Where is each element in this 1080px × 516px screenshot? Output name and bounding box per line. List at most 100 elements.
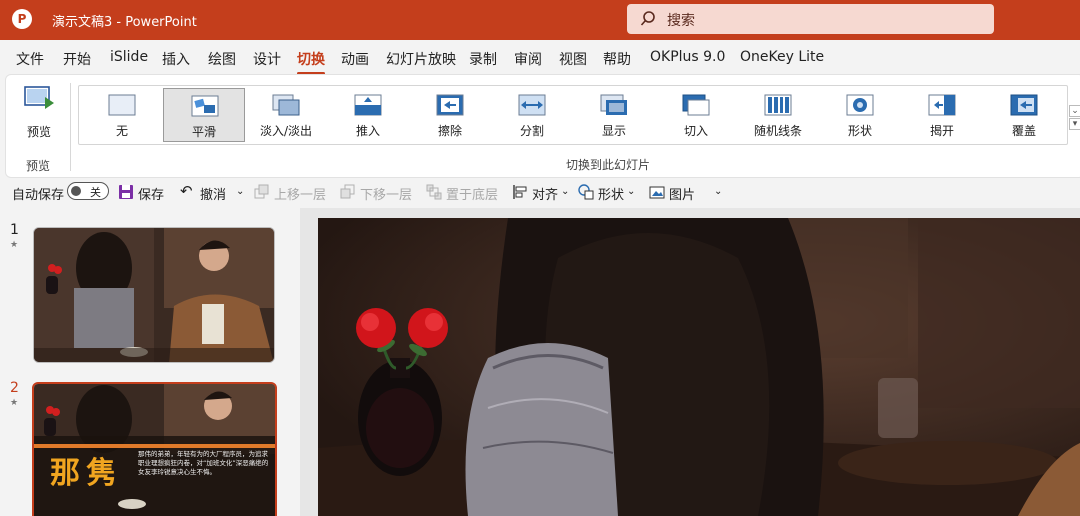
transition-label: 切入: [683, 124, 708, 138]
transition-fade[interactable]: 淡入/淡出: [245, 88, 327, 142]
slide-1-photo: [34, 228, 274, 362]
reveal-transition-icon: [600, 94, 627, 115]
wipe-transition-icon: [436, 94, 464, 116]
preview-label: 预览: [26, 125, 51, 139]
gallery-scroll-buttons: ⌄ ▾: [1069, 105, 1080, 145]
search-placeholder: 搜索: [667, 13, 695, 29]
send-backward-icon: [340, 184, 355, 199]
transition-label: 推入: [355, 124, 380, 138]
group-divider: [70, 83, 71, 171]
tab-design[interactable]: 设计: [253, 49, 281, 69]
transition-cover[interactable]: 覆盖: [983, 88, 1065, 142]
transitions-group-label: 切换到此幻灯片: [566, 158, 651, 172]
send-to-back-icon: [426, 184, 442, 200]
transition-wipe[interactable]: 擦除: [409, 88, 491, 142]
tab-home[interactable]: 开始: [63, 49, 91, 69]
slide-thumbnail-pane: 1 ★ 2 ★ 那隽 那伟的弟弟，年轻有为的大厂程序员，为追求职业理想疯狂内卷，…: [0, 208, 300, 516]
transition-label: 平滑: [191, 125, 216, 139]
transition-gallery: 无 平滑 淡入/淡出 推入 擦除 分割 显示 切入 随机线条 形状 揭开 覆盖: [78, 85, 1068, 145]
send-to-back-button[interactable]: 置于底层: [446, 184, 498, 203]
save-button[interactable]: 保存: [138, 184, 164, 203]
random-bars-transition-icon: [764, 94, 792, 116]
transition-reveal[interactable]: 显示: [573, 88, 655, 142]
powerpoint-logo-icon: P: [12, 9, 32, 29]
tab-slideshow[interactable]: 幻灯片放映: [386, 49, 456, 69]
cut-transition-icon: [682, 94, 710, 116]
transition-cut[interactable]: 切入: [655, 88, 737, 142]
slide-main-photo: [318, 218, 1080, 516]
preview-group: 预览 预览: [6, 75, 72, 179]
shape-transition-icon: [846, 94, 874, 116]
transition-label: 揭开: [929, 124, 954, 138]
transition-label: 淡入/淡出: [259, 124, 313, 138]
cover-transition-icon: [1010, 94, 1038, 116]
customize-qat-chevron-icon[interactable]: ⌄: [714, 186, 722, 197]
tab-record[interactable]: 录制: [469, 49, 497, 69]
transition-push[interactable]: 推入: [327, 88, 409, 142]
tab-draw[interactable]: 绘图: [208, 49, 236, 69]
transition-label: 形状: [847, 124, 872, 138]
tab-insert[interactable]: 插入: [162, 49, 190, 69]
autosave-toggle[interactable]: 关: [67, 182, 109, 200]
picture-icon: [649, 186, 665, 199]
current-slide[interactable]: [318, 218, 1080, 516]
align-button[interactable]: 对齐: [532, 184, 558, 203]
autosave-state: 关: [90, 186, 101, 199]
fade-transition-icon: [272, 94, 300, 116]
ribbon: 预览 预览 无 平滑 淡入/淡出 推入 擦除 分割 显示 切入 随机线条 形状 …: [5, 74, 1080, 178]
split-transition-icon: [518, 94, 546, 116]
tab-view[interactable]: 视图: [559, 49, 587, 69]
push-transition-icon: [354, 94, 382, 116]
undo-icon: ↶: [180, 182, 193, 200]
slide-number: 1: [10, 222, 19, 238]
autosave-label: 自动保存: [12, 188, 65, 203]
transition-label: 无: [115, 124, 128, 138]
transition-label: 覆盖: [1011, 124, 1036, 138]
slide-2-title-text: 那隽: [50, 456, 122, 491]
tab-animations[interactable]: 动画: [341, 49, 369, 69]
none-transition-icon: [108, 94, 136, 116]
align-icon: [513, 185, 527, 199]
preview-button[interactable]: 预览: [16, 83, 62, 143]
transition-morph[interactable]: 平滑: [163, 88, 245, 142]
transition-shape[interactable]: 形状: [819, 88, 901, 142]
window-title: 演示文稿3 - PowerPoint: [52, 15, 197, 30]
transition-label: 随机线条: [753, 124, 802, 138]
tab-review[interactable]: 审阅: [514, 49, 542, 69]
transition-label: 分割: [519, 124, 544, 138]
shape-chevron-icon[interactable]: ⌄: [627, 186, 635, 197]
toggle-knob: [71, 186, 81, 196]
shape-icon: [578, 184, 594, 200]
search-input[interactable]: 搜索: [627, 4, 994, 34]
undo-dropdown-chevron-icon[interactable]: ⌄: [236, 186, 244, 197]
slide-number: 2: [10, 380, 19, 396]
tab-onekey-lite[interactable]: OneKey Lite: [740, 49, 824, 65]
tab-islide[interactable]: iSlide: [110, 49, 148, 65]
undo-button[interactable]: 撤消: [200, 184, 226, 203]
shape-button[interactable]: 形状: [598, 184, 624, 203]
tab-file[interactable]: 文件: [16, 49, 44, 69]
gallery-expand-button[interactable]: ▾: [1069, 118, 1080, 130]
tab-transitions[interactable]: 切换: [297, 49, 325, 75]
picture-button[interactable]: 图片: [669, 184, 695, 203]
gallery-scroll-down-button[interactable]: ⌄: [1069, 105, 1080, 117]
transition-uncover[interactable]: 揭开: [901, 88, 983, 142]
send-backward-button[interactable]: 下移一层: [360, 184, 412, 203]
tab-help[interactable]: 帮助: [603, 49, 631, 69]
title-bar: P 演示文稿3 - PowerPoint 搜索: [0, 0, 1080, 40]
transition-label: 显示: [601, 124, 626, 138]
bring-forward-icon: [254, 184, 269, 199]
transition-random-bars[interactable]: 随机线条: [737, 88, 819, 142]
bring-forward-button[interactable]: 上移一层: [274, 184, 326, 203]
transition-split[interactable]: 分割: [491, 88, 573, 142]
tab-okplus[interactable]: OKPlus 9.0: [650, 49, 725, 65]
slide-thumbnail-1[interactable]: [33, 227, 275, 363]
search-icon: [640, 11, 655, 26]
animation-star-icon: ★: [10, 398, 19, 408]
transition-none[interactable]: 无: [81, 88, 163, 142]
align-chevron-icon[interactable]: ⌄: [561, 186, 569, 197]
uncover-transition-icon: [928, 94, 956, 116]
slide-thumbnail-2[interactable]: 那隽 那伟的弟弟，年轻有为的大厂程序员，为追求职业理想疯狂内卷，对“加班文化”深…: [32, 382, 277, 516]
save-icon: [119, 185, 133, 199]
animation-star-icon: ★: [10, 240, 19, 250]
